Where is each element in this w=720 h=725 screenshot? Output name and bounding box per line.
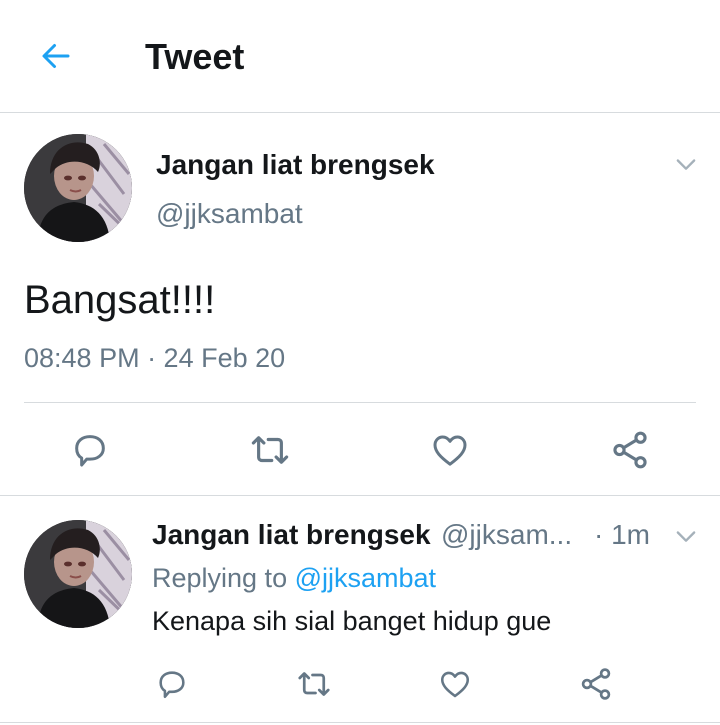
like-icon bbox=[433, 435, 467, 466]
replying-to-label: Replying to bbox=[152, 563, 288, 593]
chevron-down-icon bbox=[676, 531, 696, 542]
share-button[interactable] bbox=[576, 664, 616, 704]
divider bbox=[24, 402, 696, 403]
tweet-timestamp: 08:48 PM · 24 Feb 20 bbox=[24, 343, 286, 373]
reply-button[interactable] bbox=[66, 426, 114, 474]
top-bar: Tweet bbox=[0, 0, 720, 113]
replying-to-handle[interactable]: @jjksambat bbox=[295, 563, 436, 593]
retweet-button[interactable] bbox=[246, 426, 294, 474]
avatar[interactable] bbox=[24, 134, 132, 242]
like-icon bbox=[440, 671, 470, 698]
share-icon bbox=[581, 668, 611, 700]
tweet-options-button[interactable] bbox=[672, 150, 700, 178]
tweet-options-button[interactable] bbox=[672, 522, 700, 550]
display-name[interactable]: Jangan liat brengsek bbox=[156, 149, 435, 181]
reply-text: Kenapa sih sial banget hidup gue bbox=[152, 606, 552, 636]
back-button[interactable] bbox=[34, 34, 78, 78]
share-icon bbox=[613, 431, 647, 469]
divider bbox=[0, 722, 720, 723]
replying-to: Replying to @jjksambat bbox=[152, 563, 436, 594]
arrow-left-icon bbox=[42, 44, 70, 68]
user-handle[interactable]: @jjksambat bbox=[156, 198, 303, 230]
user-handle[interactable]: @jjksam... bbox=[441, 519, 572, 551]
retweet-icon bbox=[298, 672, 330, 696]
like-button[interactable] bbox=[435, 664, 475, 704]
like-button[interactable] bbox=[426, 426, 474, 474]
retweet-icon bbox=[251, 436, 289, 464]
share-button[interactable] bbox=[606, 426, 654, 474]
retweet-button[interactable] bbox=[294, 664, 334, 704]
page-title: Tweet bbox=[145, 36, 245, 77]
divider bbox=[0, 495, 720, 496]
reply-button[interactable] bbox=[152, 664, 192, 704]
tweet-time: · 1m bbox=[594, 519, 650, 550]
avatar[interactable] bbox=[24, 520, 132, 628]
chevron-down-icon bbox=[676, 159, 696, 170]
reply-icon bbox=[75, 435, 105, 467]
display-name[interactable]: Jangan liat brengsek bbox=[152, 519, 431, 551]
tweet-text: Bangsat!!!! bbox=[24, 278, 216, 322]
reply-icon bbox=[159, 671, 185, 699]
